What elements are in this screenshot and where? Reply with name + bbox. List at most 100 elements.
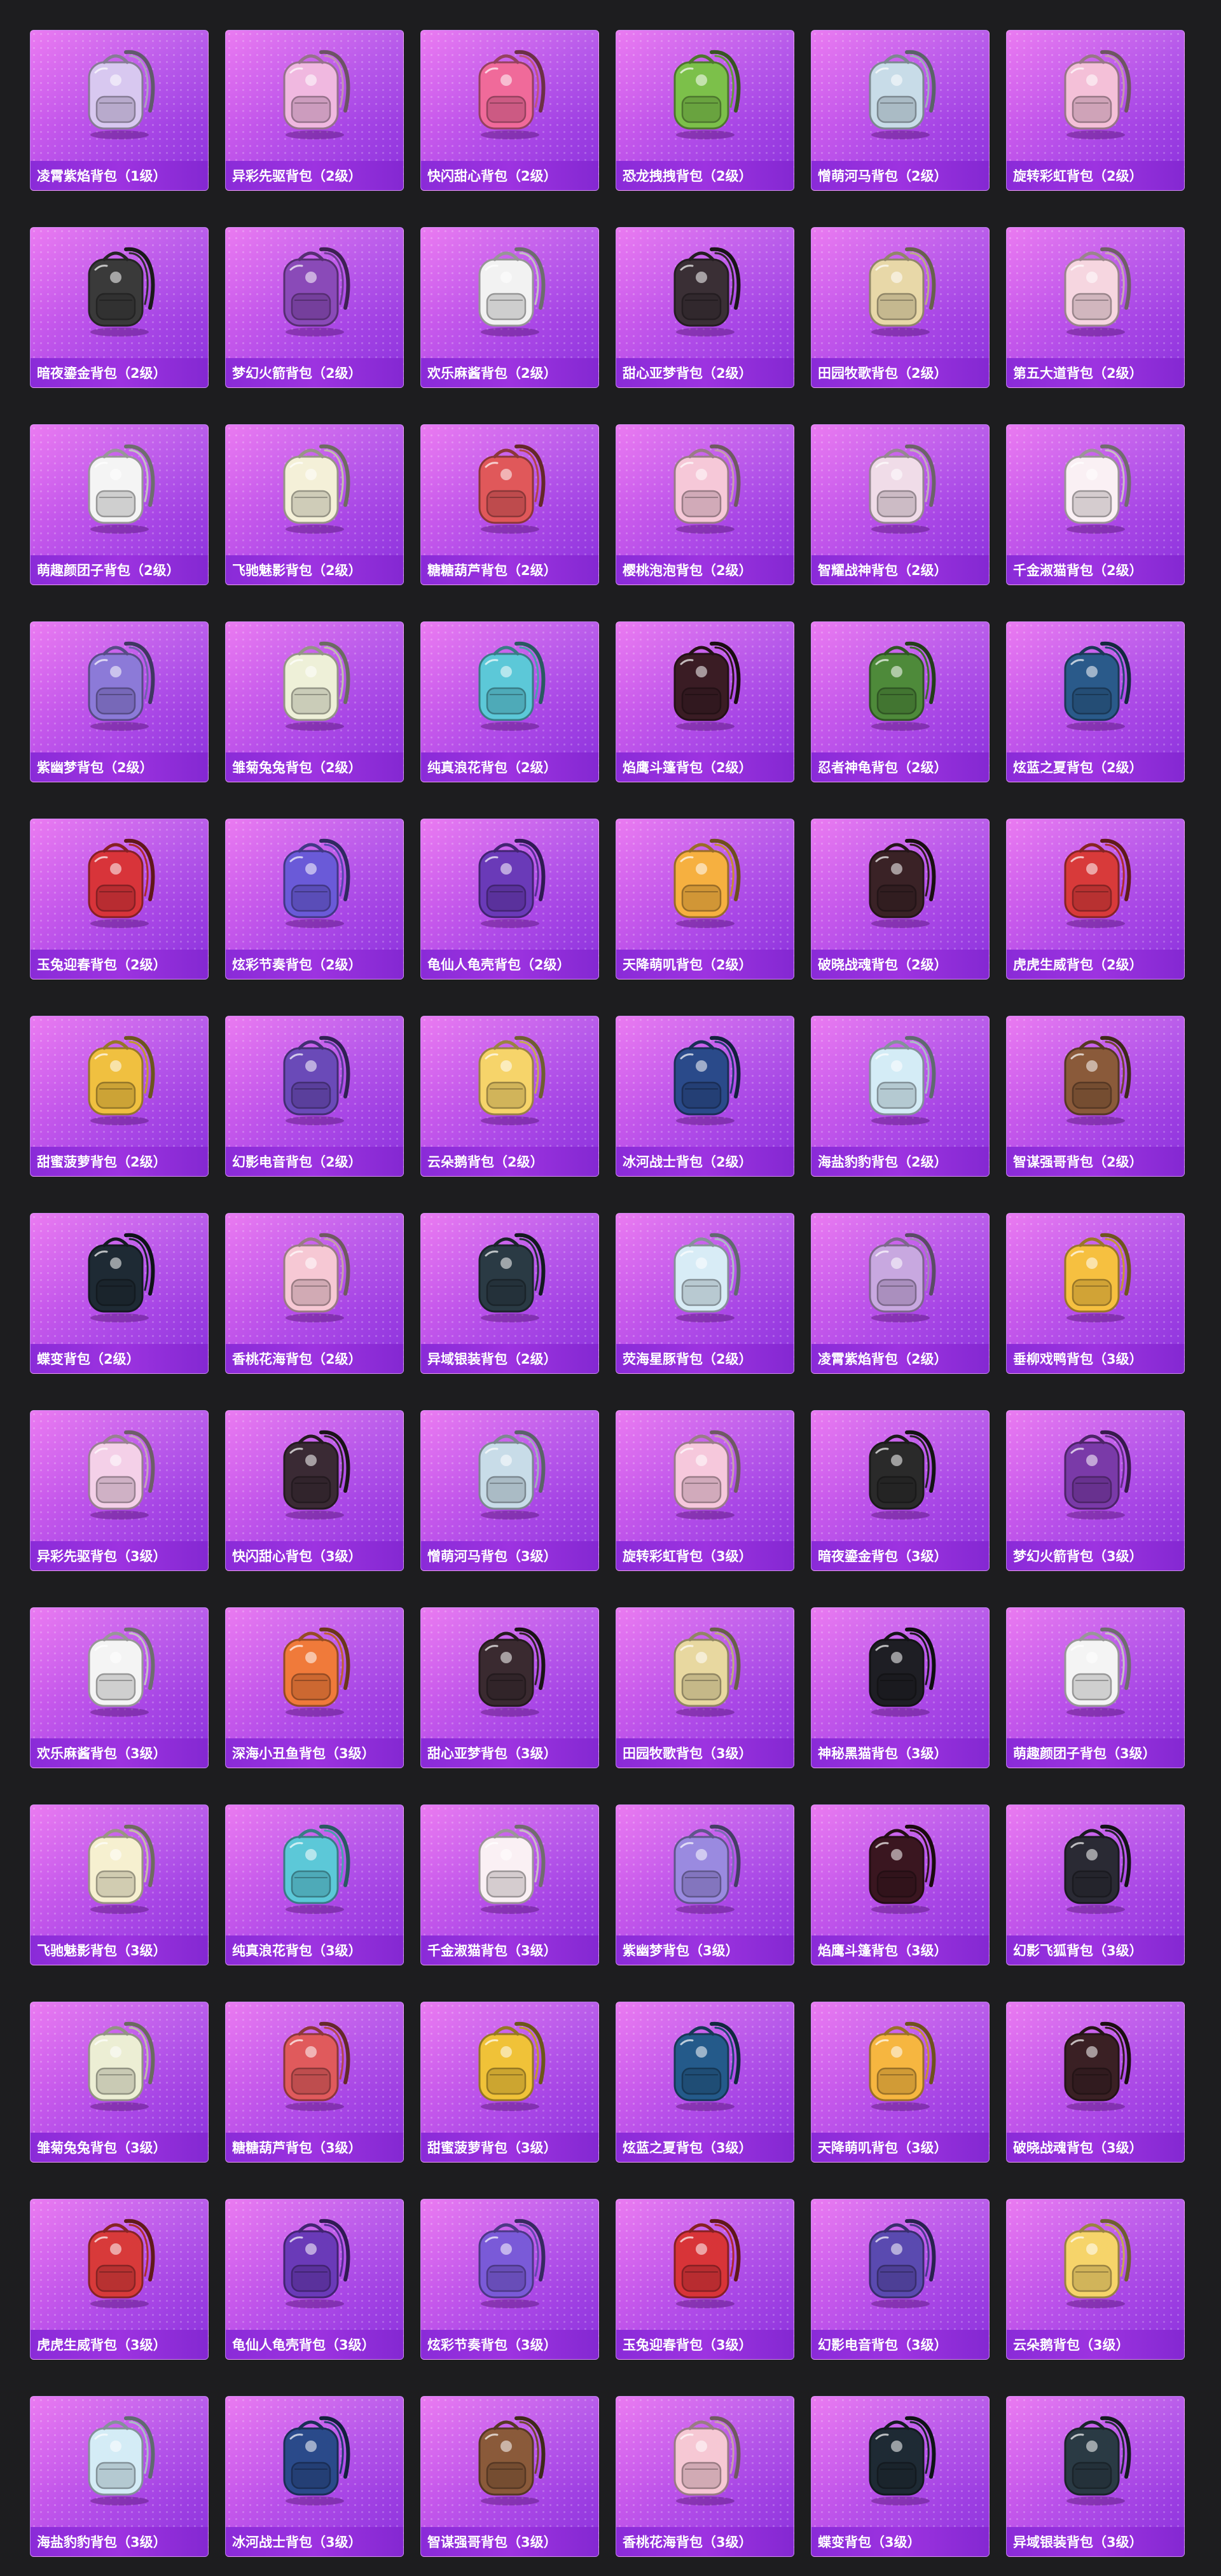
backpack-card[interactable]: 雏菊兔兔背包（2级） (225, 621, 404, 782)
backpack-card[interactable]: 智谋强哥背包（3级） (420, 2396, 599, 2557)
backpack-card[interactable]: 破晓战魂背包（2级） (811, 819, 990, 980)
backpack-icon (661, 1815, 750, 1917)
backpack-card[interactable]: 欢乐麻酱背包（2级） (420, 227, 599, 388)
backpack-card[interactable]: 旋转彩虹背包（3级） (616, 1410, 794, 1571)
backpack-card[interactable]: 忍者神龟背包（2级） (811, 621, 990, 782)
backpack-card[interactable]: 龟仙人龟壳背包（3级） (225, 2199, 404, 2360)
backpack-card[interactable]: 憎萌河马背包（3级） (420, 1410, 599, 1571)
backpack-card[interactable]: 纯真浪花背包（2级） (420, 621, 599, 782)
backpack-card[interactable]: 焰鹰斗篷背包（3级） (811, 1804, 990, 1965)
backpack-card[interactable]: 深海小丑鱼背包（3级） (225, 1607, 404, 1768)
backpack-card[interactable]: 荧海星豚背包（2级） (616, 1213, 794, 1374)
backpack-card[interactable]: 炫彩节奏背包（3级） (420, 2199, 599, 2360)
backpack-card[interactable]: 异域银装背包（3级） (1006, 2396, 1185, 2557)
backpack-card[interactable]: 海盐豹豹背包（2级） (811, 1016, 990, 1177)
backpack-card[interactable]: 异彩先驱背包（3级） (30, 1410, 209, 1571)
backpack-card[interactable]: 纯真浪花背包（3级） (225, 1804, 404, 1965)
backpack-card[interactable]: 香桃花海背包（3级） (616, 2396, 794, 2557)
backpack-card[interactable]: 炫蓝之夏背包（3级） (616, 2002, 794, 2163)
backpack-card[interactable]: 暗夜鎏金背包（2级） (30, 227, 209, 388)
label-bar: 破晓战魂背包（2级） (811, 950, 989, 979)
backpack-card[interactable]: 蝶变背包（2级） (30, 1213, 209, 1374)
backpack-card[interactable]: 智耀战神背包（2级） (811, 424, 990, 585)
backpack-icon (856, 435, 945, 537)
backpack-icon (270, 41, 359, 142)
backpack-card[interactable]: 甜蜜菠萝背包（2级） (30, 1016, 209, 1177)
backpack-card[interactable]: 虎虎生威背包（2级） (1006, 819, 1185, 980)
backpack-card[interactable]: 田园牧歌背包（2级） (811, 227, 990, 388)
backpack-card[interactable]: 田园牧歌背包（3级） (616, 1607, 794, 1768)
backpack-name: 破晓战魂背包（2级） (818, 957, 948, 973)
backpack-card[interactable]: 玉兔迎春背包（3级） (616, 2199, 794, 2360)
backpack-card[interactable]: 虎虎生威背包（3级） (30, 2199, 209, 2360)
backpack-card[interactable]: 垂柳戏鸭背包（3级） (1006, 1213, 1185, 1374)
backpack-card[interactable]: 玉兔迎春背包（2级） (30, 819, 209, 980)
backpack-card[interactable]: 萌趣颜团子背包（3级） (1006, 1607, 1185, 1768)
backpack-card[interactable]: 凌霄紫焰背包（1级） (30, 30, 209, 191)
label-bar: 香桃花海背包（2级） (226, 1344, 403, 1373)
backpack-card[interactable]: 云朵鹅背包（2级） (420, 1016, 599, 1177)
backpack-card[interactable]: 甜心亚梦背包（2级） (616, 227, 794, 388)
backpack-card[interactable]: 雏菊兔兔背包（3级） (30, 2002, 209, 2163)
backpack-card[interactable]: 智谋强哥背包（2级） (1006, 1016, 1185, 1177)
backpack-name: 垂柳戏鸭背包（3级） (1013, 1352, 1143, 1367)
backpack-card[interactable]: 樱桃泡泡背包（2级） (616, 424, 794, 585)
backpack-card[interactable]: 蝶变背包（3级） (811, 2396, 990, 2557)
backpack-card[interactable]: 飞驰魅影背包（3级） (30, 1804, 209, 1965)
backpack-card[interactable]: 冰河战士背包（2级） (616, 1016, 794, 1177)
backpack-card[interactable]: 冰河战士背包（3级） (225, 2396, 404, 2557)
backpack-card[interactable]: 神秘黑猫背包（3级） (811, 1607, 990, 1768)
backpack-card[interactable]: 暗夜鎏金背包（3级） (811, 1410, 990, 1571)
backpack-card[interactable]: 快闪甜心背包（2级） (420, 30, 599, 191)
backpack-name: 炫蓝之夏背包（3级） (623, 2140, 752, 2156)
backpack-card[interactable]: 紫幽梦背包（2级） (30, 621, 209, 782)
backpack-card[interactable]: 千金淑猫背包（3级） (420, 1804, 599, 1965)
backpack-card[interactable]: 紫幽梦背包（3级） (616, 1804, 794, 1965)
backpack-icon (75, 2210, 164, 2311)
backpack-card[interactable]: 憎萌河马背包（2级） (811, 30, 990, 191)
backpack-card[interactable]: 天降萌叽背包（2级） (616, 819, 794, 980)
backpack-card[interactable]: 梦幻火箭背包（3级） (1006, 1410, 1185, 1571)
backpack-card[interactable]: 云朵鹅背包（3级） (1006, 2199, 1185, 2360)
backpack-card[interactable]: 欢乐麻酱背包（3级） (30, 1607, 209, 1768)
backpack-card[interactable]: 幻影电音背包（3级） (811, 2199, 990, 2360)
backpack-card[interactable]: 凌霄紫焰背包（2级） (811, 1213, 990, 1374)
backpack-card[interactable]: 龟仙人龟壳背包（2级） (420, 819, 599, 980)
backpack-card[interactable]: 海盐豹豹背包（3级） (30, 2396, 209, 2557)
backpack-icon (1051, 435, 1140, 537)
backpack-card[interactable]: 旋转彩虹背包（2级） (1006, 30, 1185, 191)
backpack-card[interactable]: 焰鹰斗篷背包（2级） (616, 621, 794, 782)
backpack-card[interactable]: 甜蜜菠萝背包（3级） (420, 2002, 599, 2163)
backpack-card[interactable]: 飞驰魅影背包（2级） (225, 424, 404, 585)
backpack-card[interactable]: 恐龙拽拽背包（2级） (616, 30, 794, 191)
backpack-card[interactable]: 快闪甜心背包（3级） (225, 1410, 404, 1571)
backpack-card[interactable]: 天降萌叽背包（3级） (811, 2002, 990, 2163)
backpack-card[interactable]: 千金淑猫背包（2级） (1006, 424, 1185, 585)
backpack-name: 旋转彩虹背包（3级） (623, 1549, 752, 1564)
backpack-icon (466, 1815, 555, 1917)
backpack-card[interactable]: 异彩先驱背包（2级） (225, 30, 404, 191)
backpack-card[interactable]: 幻影电音背包（2级） (225, 1016, 404, 1177)
backpack-card[interactable]: 炫彩节奏背包（2级） (225, 819, 404, 980)
backpack-card[interactable]: 幻影飞狐背包（3级） (1006, 1804, 1185, 1965)
backpack-card[interactable]: 异域银装背包（2级） (420, 1213, 599, 1374)
backpack-icon (856, 1224, 945, 1326)
backpack-icon (270, 1224, 359, 1326)
backpack-card[interactable]: 香桃花海背包（2级） (225, 1213, 404, 1374)
label-bar: 炫彩节奏背包（2级） (226, 950, 403, 979)
backpack-icon (1051, 829, 1140, 931)
backpack-card[interactable]: 第五大道背包（2级） (1006, 227, 1185, 388)
backpack-card[interactable]: 破晓战魂背包（3级） (1006, 2002, 1185, 2163)
backpack-card[interactable]: 糖糖葫芦背包（2级） (420, 424, 599, 585)
backpack-card[interactable]: 糖糖葫芦背包（3级） (225, 2002, 404, 2163)
label-bar: 破晓战魂背包（3级） (1007, 2133, 1184, 2162)
backpack-name: 冰河战士背包（3级） (232, 2535, 362, 2550)
backpack-card[interactable]: 炫蓝之夏背包（2级） (1006, 621, 1185, 782)
backpack-card[interactable]: 萌趣颜团子背包（2级） (30, 424, 209, 585)
backpack-card[interactable]: 梦幻火箭背包（2级） (225, 227, 404, 388)
backpack-name: 田园牧歌背包（2级） (818, 366, 948, 381)
backpack-icon (270, 2012, 359, 2114)
label-bar: 幻影电音背包（2级） (226, 1147, 403, 1176)
backpack-card[interactable]: 甜心亚梦背包（3级） (420, 1607, 599, 1768)
backpack-icon (466, 632, 555, 734)
